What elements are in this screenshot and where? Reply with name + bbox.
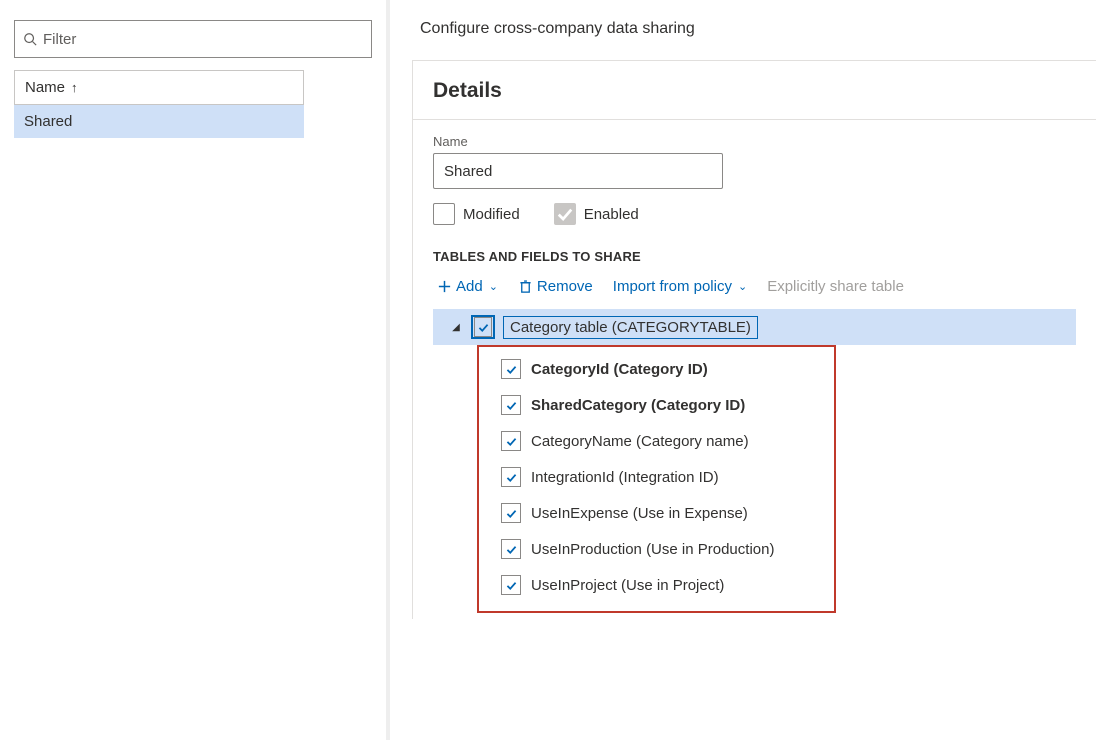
details-card: Details Name Modified Enabled — [412, 60, 1096, 619]
tree-child-checkbox[interactable] — [499, 465, 523, 489]
explicitly-share-table-button: Explicitly share table — [767, 278, 904, 295]
status-checkbox-row: Modified Enabled — [433, 203, 1076, 225]
check-icon — [505, 579, 518, 592]
check-icon — [555, 204, 575, 224]
grid-row[interactable]: Shared — [14, 105, 304, 138]
tree-child-label: UseInExpense (Use in Expense) — [531, 505, 748, 522]
tree-child-row[interactable]: IntegrationId (Integration ID) — [479, 459, 834, 495]
tree-child-label: CategoryName (Category name) — [531, 433, 749, 450]
modified-checkbox-wrap[interactable]: Modified — [433, 203, 520, 225]
page-title: Configure cross-company data sharing — [390, 0, 1096, 38]
explicit-label: Explicitly share table — [767, 278, 904, 295]
tree-child-label: UseInProject (Use in Project) — [531, 577, 724, 594]
chevron-down-icon: ⌄ — [738, 280, 747, 293]
right-content-panel: Configure cross-company data sharing Det… — [390, 0, 1096, 740]
check-icon — [505, 471, 518, 484]
check-icon — [505, 543, 518, 556]
name-field-label: Name — [433, 134, 1076, 149]
import-label: Import from policy — [613, 278, 732, 295]
tree-child-row[interactable]: UseInProduction (Use in Production) — [479, 531, 834, 567]
tree-child-label: SharedCategory (Category ID) — [531, 397, 745, 414]
tree-child-row[interactable]: SharedCategory (Category ID) — [479, 387, 834, 423]
remove-label: Remove — [537, 278, 593, 295]
tree-root-label: Category table (CATEGORYTABLE) — [503, 316, 758, 339]
remove-button[interactable]: Remove — [518, 278, 593, 295]
modified-checkbox[interactable] — [433, 203, 455, 225]
tree-root-row[interactable]: ◢ Category table (CATEGORYTABLE) — [433, 309, 1076, 345]
search-icon — [23, 32, 37, 46]
check-icon — [477, 321, 490, 334]
sort-ascending-icon: ↑ — [71, 80, 78, 95]
filter-input[interactable] — [43, 31, 363, 48]
tree-child-checkbox[interactable] — [499, 501, 523, 525]
tables-toolbar: Add ⌄ Remove Import from policy ⌄ E — [433, 278, 1076, 295]
check-icon — [505, 435, 518, 448]
check-icon — [505, 507, 518, 520]
tree-child-row[interactable]: CategoryName (Category name) — [479, 423, 834, 459]
check-icon — [505, 363, 518, 376]
tree-child-row[interactable]: UseInProject (Use in Project) — [479, 567, 834, 603]
chevron-down-icon: ⌄ — [489, 280, 498, 293]
tree-child-label: UseInProduction (Use in Production) — [531, 541, 774, 558]
tree-root-checkbox[interactable] — [471, 315, 495, 339]
name-field[interactable] — [433, 153, 723, 189]
enabled-checkbox[interactable] — [554, 203, 576, 225]
tables-section-heading: TABLES AND FIELDS TO SHARE — [433, 249, 1076, 264]
enabled-label: Enabled — [584, 206, 639, 223]
tree-child-row[interactable]: UseInExpense (Use in Expense) — [479, 495, 834, 531]
tree-child-checkbox[interactable] — [499, 393, 523, 417]
tree-child-row[interactable]: CategoryId (Category ID) — [479, 351, 834, 387]
tables-tree: ◢ Category table (CATEGORYTABLE) Categor… — [433, 309, 1076, 613]
check-icon — [505, 399, 518, 412]
tree-child-checkbox[interactable] — [499, 537, 523, 561]
add-button[interactable]: Add ⌄ — [437, 278, 498, 295]
plus-icon — [437, 279, 452, 294]
import-from-policy-button[interactable]: Import from policy ⌄ — [613, 278, 747, 295]
grid-row-value: Shared — [24, 113, 72, 130]
trash-icon — [518, 279, 533, 294]
tree-child-label: IntegrationId (Integration ID) — [531, 469, 719, 486]
grid-column-header-name[interactable]: Name ↑ — [14, 70, 304, 105]
tree-child-label: CategoryId (Category ID) — [531, 361, 708, 378]
add-label: Add — [456, 278, 483, 295]
form-area: Name Modified Enabled TABLES AND FIELDS … — [413, 120, 1096, 619]
filter-input-wrapper[interactable] — [14, 20, 372, 58]
tree-child-checkbox[interactable] — [499, 573, 523, 597]
grid-header-label: Name — [25, 79, 65, 96]
modified-label: Modified — [463, 206, 520, 223]
filter-container — [10, 20, 376, 58]
expand-collapse-icon[interactable]: ◢ — [447, 322, 465, 333]
tree-child-checkbox[interactable] — [499, 357, 523, 381]
tree-children-highlight: CategoryId (Category ID) SharedCategory (… — [477, 345, 836, 613]
enabled-checkbox-wrap[interactable]: Enabled — [554, 203, 639, 225]
details-heading: Details — [413, 61, 1096, 120]
left-navigation-panel: Name ↑ Shared — [0, 0, 390, 740]
tree-child-checkbox[interactable] — [499, 429, 523, 453]
